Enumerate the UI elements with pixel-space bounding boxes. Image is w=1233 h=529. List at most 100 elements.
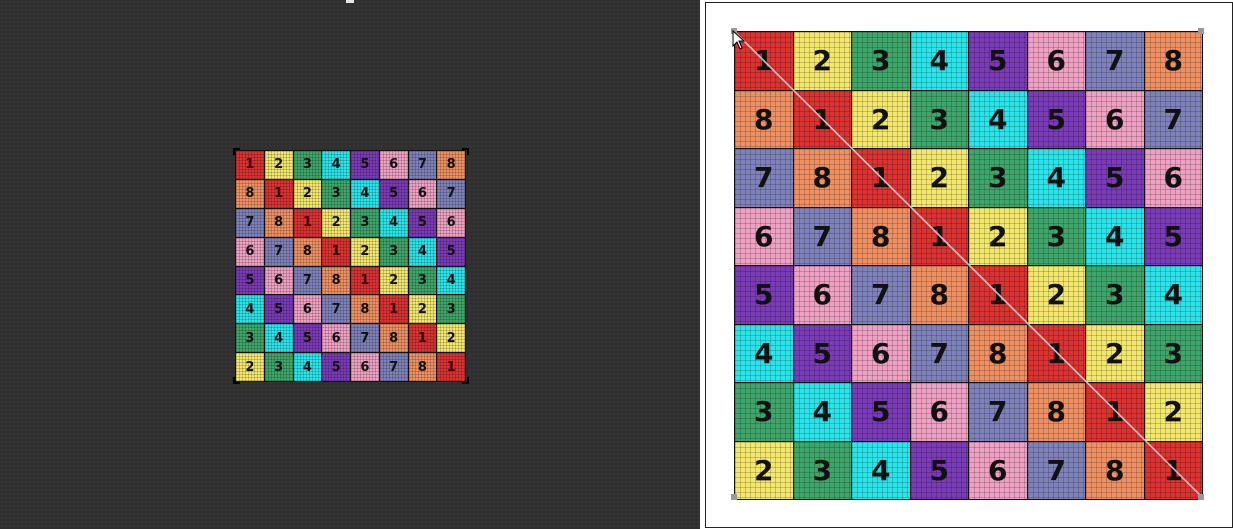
preview-cell[interactable]: 8 <box>793 149 851 207</box>
preview-cell[interactable]: 8 <box>1144 32 1202 90</box>
preview-cell[interactable]: 4 <box>735 324 793 382</box>
thumbnail-cell[interactable]: 3 <box>408 266 437 295</box>
thumbnail-cell[interactable]: 1 <box>236 151 264 179</box>
thumbnail-cell[interactable]: 4 <box>293 353 322 381</box>
thumbnail-cell[interactable]: 3 <box>236 324 264 353</box>
preview-cell[interactable]: 6 <box>969 441 1027 499</box>
splitter-handle[interactable] <box>346 0 354 3</box>
preview-cell[interactable]: 1 <box>910 207 968 265</box>
preview-cell[interactable]: 1 <box>852 149 910 207</box>
selection-corner-tr[interactable] <box>462 148 469 155</box>
thumbnail-cell[interactable]: 6 <box>437 208 465 237</box>
thumbnail-cell[interactable]: 6 <box>264 266 293 295</box>
thumbnail-cell[interactable]: 2 <box>264 151 293 179</box>
preview-cell[interactable]: 4 <box>910 32 968 90</box>
thumbnail-cell[interactable]: 5 <box>437 237 465 266</box>
thumbnail-cell[interactable]: 4 <box>236 295 264 324</box>
resize-handle-br[interactable] <box>1198 494 1204 500</box>
preview-cell[interactable]: 3 <box>969 149 1027 207</box>
canvas-workspace[interactable]: 1234567881234567781234566781234556781234… <box>0 0 700 529</box>
thumbnail-cell[interactable]: 7 <box>437 179 465 208</box>
thumbnail-cell[interactable]: 2 <box>408 295 437 324</box>
preview-cell[interactable]: 3 <box>793 441 851 499</box>
preview-cell[interactable]: 6 <box>852 324 910 382</box>
thumbnail-cell[interactable]: 2 <box>322 208 350 237</box>
thumbnail-cell[interactable]: 7 <box>379 353 408 381</box>
selection-corner-bl[interactable] <box>233 377 240 384</box>
preview-cell[interactable]: 6 <box>1027 32 1085 90</box>
preview-cell[interactable]: 2 <box>793 32 851 90</box>
thumbnail-cell[interactable]: 4 <box>264 324 293 353</box>
thumbnail-cell[interactable]: 3 <box>322 179 350 208</box>
thumbnail-cell[interactable]: 6 <box>322 324 350 353</box>
preview-cell[interactable]: 3 <box>735 383 793 441</box>
thumbnail-cell[interactable]: 6 <box>379 151 408 179</box>
preview-cell[interactable]: 5 <box>1086 149 1144 207</box>
preview-cell[interactable]: 3 <box>1027 207 1085 265</box>
thumbnail-cell[interactable]: 1 <box>322 237 350 266</box>
thumbnail-cell[interactable]: 7 <box>236 208 264 237</box>
thumbnail-cell[interactable]: 8 <box>293 237 322 266</box>
preview-cell[interactable]: 2 <box>1144 383 1202 441</box>
preview-cell[interactable]: 7 <box>1144 90 1202 148</box>
thumbnail-cell[interactable]: 1 <box>379 295 408 324</box>
thumbnail-cell[interactable]: 8 <box>408 353 437 381</box>
thumbnail-cell[interactable]: 1 <box>264 179 293 208</box>
thumbnail-cell[interactable]: 4 <box>408 237 437 266</box>
resize-handle-tl[interactable] <box>731 28 737 34</box>
thumbnail-cell[interactable]: 8 <box>322 266 350 295</box>
thumbnail-cell[interactable]: 2 <box>351 237 379 266</box>
preview-cell[interactable]: 6 <box>793 266 851 324</box>
preview-cell[interactable]: 1 <box>793 90 851 148</box>
preview-cell[interactable]: 8 <box>1027 383 1085 441</box>
thumbnail-cell[interactable]: 2 <box>437 324 465 353</box>
pattern-preview-grid[interactable]: 1234567881234567781234566781234556781234… <box>734 31 1203 500</box>
thumbnail-cell[interactable]: 5 <box>264 295 293 324</box>
preview-cell[interactable]: 1 <box>1144 441 1202 499</box>
thumbnail-cell[interactable]: 2 <box>379 266 408 295</box>
preview-cell[interactable]: 1 <box>1027 324 1085 382</box>
thumbnail-cell[interactable]: 6 <box>351 353 379 381</box>
thumbnail-cell[interactable]: 7 <box>351 324 379 353</box>
selection-corner-tl[interactable] <box>233 148 240 155</box>
thumbnail-cell[interactable]: 4 <box>322 151 350 179</box>
preview-cell[interactable]: 5 <box>1027 90 1085 148</box>
thumbnail-cell[interactable]: 3 <box>379 237 408 266</box>
preview-cell[interactable]: 7 <box>910 324 968 382</box>
thumbnail-cell[interactable]: 2 <box>236 353 264 381</box>
preview-cell[interactable]: 5 <box>910 441 968 499</box>
thumbnail-cell[interactable]: 7 <box>408 151 437 179</box>
preview-cell[interactable]: 4 <box>1144 266 1202 324</box>
resize-handle-tr[interactable] <box>1198 28 1204 34</box>
preview-cell[interactable]: 5 <box>969 32 1027 90</box>
thumbnail-cell[interactable]: 4 <box>351 179 379 208</box>
preview-cell[interactable]: 2 <box>735 441 793 499</box>
thumbnail-cell[interactable]: 1 <box>408 324 437 353</box>
thumbnail-cell[interactable]: 4 <box>379 208 408 237</box>
preview-cell[interactable]: 4 <box>1027 149 1085 207</box>
preview-cell[interactable]: 2 <box>1086 324 1144 382</box>
preview-cell[interactable]: 7 <box>793 207 851 265</box>
preview-cell[interactable]: 2 <box>969 207 1027 265</box>
thumbnail-cell[interactable]: 3 <box>293 151 322 179</box>
thumbnail-cell[interactable]: 3 <box>351 208 379 237</box>
selection-corner-br[interactable] <box>462 377 469 384</box>
thumbnail-cell[interactable]: 3 <box>437 295 465 324</box>
preview-cell[interactable]: 8 <box>852 207 910 265</box>
preview-cell[interactable]: 1 <box>735 32 793 90</box>
preview-cell[interactable]: 4 <box>793 383 851 441</box>
preview-cell[interactable]: 7 <box>969 383 1027 441</box>
preview-cell[interactable]: 1 <box>1086 383 1144 441</box>
preview-cell[interactable]: 8 <box>1086 441 1144 499</box>
thumbnail-cell[interactable]: 5 <box>322 353 350 381</box>
preview-cell[interactable]: 4 <box>1086 207 1144 265</box>
preview-cell[interactable]: 7 <box>1086 32 1144 90</box>
preview-cell[interactable]: 2 <box>910 149 968 207</box>
preview-cell[interactable]: 2 <box>852 90 910 148</box>
preview-cell[interactable]: 6 <box>735 207 793 265</box>
preview-cell[interactable]: 8 <box>910 266 968 324</box>
preview-cell[interactable]: 8 <box>735 90 793 148</box>
thumbnail-cell[interactable]: 8 <box>236 179 264 208</box>
thumbnail-cell[interactable]: 8 <box>437 151 465 179</box>
preview-cell[interactable]: 3 <box>852 32 910 90</box>
